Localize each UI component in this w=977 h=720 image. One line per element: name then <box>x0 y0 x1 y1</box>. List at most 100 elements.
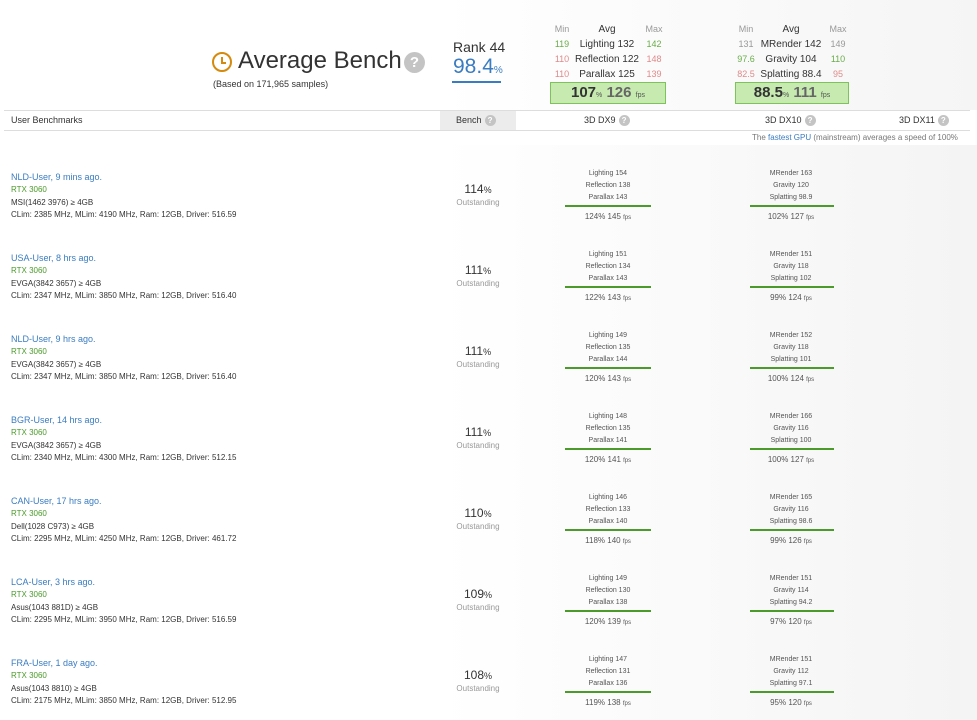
dx9-max-lighting: 142 <box>646 39 662 49</box>
dx9-total-value: 122% 143 <box>584 293 621 302</box>
dx9-max-reflection: 148 <box>646 54 662 64</box>
bench-value: 111 <box>464 344 484 358</box>
user-link[interactable]: NLD-User, 9 hrs ago. <box>11 334 96 344</box>
gpu-model: RTX 3060 <box>11 347 47 356</box>
dx9-bar <box>565 529 651 531</box>
dx9-total-value: 118% 140 <box>585 536 621 545</box>
dx9-bar <box>565 448 651 450</box>
dx10-max-splatting: 95 <box>832 69 843 79</box>
question-help-icon[interactable]: ? <box>618 115 630 127</box>
dx10-bar <box>750 205 834 207</box>
user-benchmark-row: BGR-User, 14 hrs ago. RTX 3060 EVGA(3842… <box>0 393 977 474</box>
user-benchmark-row: NLD-User, 9 hrs ago. RTX 3060 EVGA(3842 … <box>0 312 977 393</box>
dx10-gravity: Gravity 118 <box>773 263 809 270</box>
board-info: EVGA(3842 3657) ≥ 4GB <box>11 441 102 450</box>
bench-percentage: 114% <box>440 182 516 196</box>
dx10-total: 100% 124 fps <box>731 374 851 383</box>
dx10-mrender: MRender 151 <box>769 656 813 663</box>
dx9-reflection: Reflection 131 <box>585 668 631 675</box>
dx10-splatting: Splatting 97.1 <box>769 680 813 687</box>
rank-percentage: 98.4% <box>453 55 503 79</box>
fastest-gpu-note: The fastest GPU (mainstream) averages a … <box>752 133 958 142</box>
dx9-reflection: Reflection 130 <box>585 587 631 594</box>
gpu-model: RTX 3060 <box>11 671 47 680</box>
dx9-fps-unit: fps <box>635 92 645 99</box>
dx10-bar <box>750 286 834 288</box>
fps-unit: fps <box>623 458 632 464</box>
dx10-bar <box>750 448 834 450</box>
dx10-total-value: 99% 126 <box>770 536 802 545</box>
dx10-max-gravity: 110 <box>830 54 846 64</box>
dx10-avg-header: Avg <box>782 24 800 35</box>
dx9-total-pct: 107 <box>571 84 597 101</box>
dx10-total-value: 100% 127 <box>767 455 804 464</box>
dx9-parallax: Parallax 138 <box>588 599 628 606</box>
dx9-parallax: Parallax 144 <box>588 356 628 363</box>
bench-rating: Outstanding <box>456 441 500 450</box>
user-link[interactable]: USA-User, 8 hrs ago. <box>11 253 96 263</box>
clock-info: CLim: 2295 MHz, MLim: 4250 MHz, Ram: 12G… <box>11 534 237 543</box>
fps-unit: fps <box>806 215 815 221</box>
clock-icon <box>212 52 232 72</box>
column-dx10[interactable]: 3D DX10? <box>765 111 816 130</box>
table-column-headers: User Benchmarks Bench? 3D DX9? 3D DX10? … <box>4 110 970 131</box>
fps-unit: fps <box>803 539 812 545</box>
clock-info: CLim: 2340 MHz, MLim: 4300 MHz, Ram: 12G… <box>11 453 237 462</box>
clock-info: CLim: 2385 MHz, MLim: 4190 MHz, Ram: 12G… <box>11 210 237 219</box>
board-info: EVGA(3842 3657) ≥ 4GB <box>11 279 102 288</box>
bench-percentage: 111% <box>440 344 516 358</box>
column-dx9[interactable]: 3D DX9? <box>584 111 630 130</box>
gpu-model: RTX 3060 <box>11 266 47 275</box>
fastest-gpu-link[interactable]: fastest GPU <box>768 133 811 142</box>
column-dx10-label: 3D DX10 <box>765 115 802 125</box>
board-info: Dell(1028 C973) ≥ 4GB <box>11 522 95 531</box>
question-help-icon[interactable]: ? <box>937 115 949 127</box>
bench-unit: % <box>484 671 493 681</box>
dx10-total-value: 95% 120 <box>770 698 802 707</box>
user-link[interactable]: NLD-User, 9 mins ago. <box>11 172 102 182</box>
fps-unit: fps <box>803 296 812 302</box>
dx9-average-score: 107% 126 fps <box>550 82 666 104</box>
user-link[interactable]: CAN-User, 17 hrs ago. <box>11 496 102 506</box>
dx9-avg-reflection: Reflection 122 <box>575 54 639 65</box>
dx9-bar <box>565 205 651 207</box>
dx9-pct-sign: % <box>596 92 603 99</box>
board-info: MSI(1462 3976) ≥ 4GB <box>11 198 94 207</box>
dx9-total: 120% 141 fps <box>548 455 668 464</box>
fps-unit: fps <box>623 296 632 302</box>
dx10-total: 95% 120 fps <box>731 698 851 707</box>
column-bench[interactable]: Bench? <box>456 111 496 130</box>
bench-unit: % <box>483 266 492 276</box>
dx10-splatting: Splatting 94.2 <box>769 599 813 606</box>
bench-rating: Outstanding <box>456 603 500 612</box>
user-link[interactable]: BGR-User, 14 hrs ago. <box>11 415 102 425</box>
fastest-note-pre: The <box>752 133 769 142</box>
question-help-icon[interactable]: ? <box>804 115 816 127</box>
user-link[interactable]: FRA-User, 1 day ago. <box>11 658 98 668</box>
dx10-max-header: Max <box>829 24 847 34</box>
dx9-parallax: Parallax 136 <box>588 680 628 687</box>
dx10-pct-sign: % <box>782 92 790 99</box>
dx10-splatting: Splatting 100 <box>770 437 812 444</box>
column-user-benchmarks[interactable]: User Benchmarks <box>11 111 83 130</box>
user-benchmark-row: USA-User, 8 hrs ago. RTX 3060 EVGA(3842 … <box>0 231 977 312</box>
dx10-min-gravity: 97.6 <box>737 54 755 64</box>
dx10-avg-splatting: Splatting 88.4 <box>760 69 822 80</box>
question-help-icon[interactable]: ? <box>484 115 496 127</box>
gpu-model: RTX 3060 <box>11 590 47 599</box>
column-dx11[interactable]: 3D DX11? <box>899 111 949 130</box>
dx9-reflection: Reflection 138 <box>585 182 631 189</box>
bench-value: 111 <box>464 263 484 277</box>
bench-rating: Outstanding <box>456 279 500 288</box>
dx9-avg-header: Avg <box>598 24 616 35</box>
question-help-icon[interactable]: ? <box>404 52 425 73</box>
fps-unit: fps <box>623 620 632 626</box>
dx10-bar <box>750 367 834 369</box>
bench-rating: Outstanding <box>456 684 500 693</box>
clock-info: CLim: 2295 MHz, MLim: 3950 MHz, Ram: 12G… <box>11 615 237 624</box>
dx10-total-pct: 88.5 <box>753 84 783 101</box>
dx9-total-value: 120% 141 <box>584 455 621 464</box>
dx9-avg-lighting: Lighting 132 <box>579 39 635 50</box>
dx10-bar <box>750 610 834 612</box>
user-link[interactable]: LCA-User, 3 hrs ago. <box>11 577 95 587</box>
